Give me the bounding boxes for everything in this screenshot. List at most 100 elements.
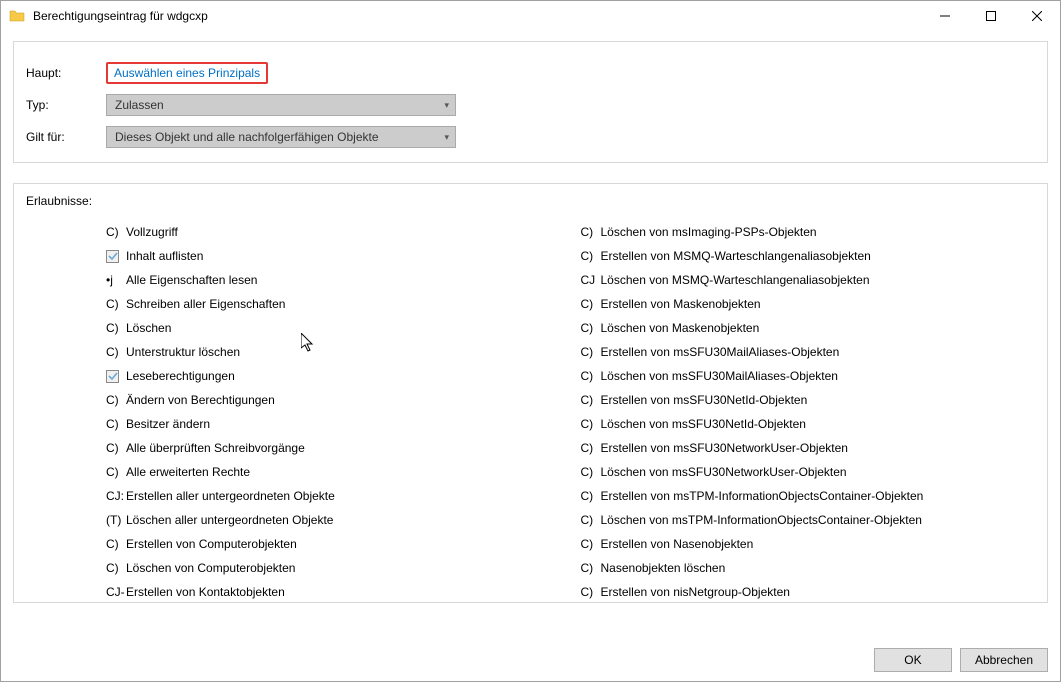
permission-item[interactable]: C)Alle erweiterten Rechte xyxy=(106,460,561,484)
glyph-icon: C) xyxy=(581,321,601,335)
select-principal-link[interactable]: Auswählen eines Prinzipals xyxy=(106,62,268,84)
principal-label: Haupt: xyxy=(26,66,106,80)
permission-label: Unterstruktur löschen xyxy=(126,345,240,359)
glyph-icon: (T) xyxy=(106,513,126,527)
permission-label: Besitzer ändern xyxy=(126,417,210,431)
permission-item[interactable]: C)Löschen von Computerobjekten xyxy=(106,556,561,580)
permission-item[interactable]: C)Schreiben aller Eigenschaften xyxy=(106,292,561,316)
permission-item[interactable]: C)Löschen von msTPM-InformationObjectsCo… xyxy=(581,508,1036,532)
glyph-icon: C) xyxy=(581,561,601,575)
permission-item[interactable]: (T)Löschen aller untergeordneten Objekte xyxy=(106,508,561,532)
permission-label: Löschen von msSFU30NetworkUser-Objekten xyxy=(601,465,847,479)
glyph-icon: C) xyxy=(106,345,126,359)
permission-item[interactable]: Inhalt auflisten xyxy=(106,244,561,268)
glyph-icon: C) xyxy=(581,513,601,527)
permission-label: Erstellen aller untergeordneten Objekte xyxy=(126,489,335,503)
permission-item[interactable]: C)Löschen von msImaging-PSPs-Objekten xyxy=(581,220,1036,244)
permission-item[interactable]: C)Löschen von msSFU30NetworkUser-Objekte… xyxy=(581,460,1036,484)
permission-item[interactable]: C)Alle überprüften Schreibvorgänge xyxy=(106,436,561,460)
type-label: Typ: xyxy=(26,98,106,112)
permission-label: Erstellen von Maskenobjekten xyxy=(601,297,761,311)
permission-label: Inhalt auflisten xyxy=(126,249,203,263)
permission-item[interactable]: Leseberechtigungen xyxy=(106,364,561,388)
permission-item[interactable]: C)Ändern von Berechtigungen xyxy=(106,388,561,412)
window-controls xyxy=(922,1,1060,31)
glyph-icon: C) xyxy=(581,345,601,359)
permission-item[interactable]: C)Nasenobjekten löschen xyxy=(581,556,1036,580)
permission-item[interactable]: C)Löschen von msSFU30NetId-Objekten xyxy=(581,412,1036,436)
permission-label: Leseberechtigungen xyxy=(126,369,235,383)
glyph-icon: C) xyxy=(581,585,601,599)
glyph-icon: C) xyxy=(581,393,601,407)
permission-item[interactable]: CJLöschen von MSMQ-Warteschlangenaliasob… xyxy=(581,268,1036,292)
permission-item[interactable]: C)Löschen von msSFU30MailAliases-Objekte… xyxy=(581,364,1036,388)
glyph-icon: C) xyxy=(581,537,601,551)
type-select-value: Zulassen xyxy=(115,98,164,112)
permission-label: Erstellen von msSFU30MailAliases-Objekte… xyxy=(601,345,840,359)
permission-item[interactable]: C)Besitzer ändern xyxy=(106,412,561,436)
permission-label: Löschen von Maskenobjekten xyxy=(601,321,760,335)
permission-item[interactable]: C)Erstellen von nisNetgroup-Objekten xyxy=(581,580,1036,603)
permission-label: Erstellen von Computerobjekten xyxy=(126,537,297,551)
permission-item[interactable]: C)Löschen xyxy=(106,316,561,340)
permission-item[interactable]: C)Erstellen von msTPM-InformationObjects… xyxy=(581,484,1036,508)
permissions-group: Erlaubnisse: C)VollzugriffInhalt auflist… xyxy=(13,183,1048,603)
permission-item[interactable]: •jAlle Eigenschaften lesen xyxy=(106,268,561,292)
permission-item[interactable]: C)Erstellen von Nasenobjekten xyxy=(581,532,1036,556)
permission-label: Erstellen von msSFU30NetworkUser-Objekte… xyxy=(601,441,848,455)
glyph-icon: C) xyxy=(581,369,601,383)
permission-label: Löschen aller untergeordneten Objekte xyxy=(126,513,333,527)
folder-icon xyxy=(9,8,25,24)
window-title: Berechtigungseintrag für wdgcxp xyxy=(33,9,922,23)
glyph-icon: C) xyxy=(106,393,126,407)
permission-item[interactable]: C)Erstellen von msSFU30MailAliases-Objek… xyxy=(581,340,1036,364)
type-select[interactable]: Zulassen ▾ xyxy=(106,94,456,116)
cancel-button[interactable]: Abbrechen xyxy=(960,648,1048,672)
checkbox-checked-icon xyxy=(106,370,126,383)
permission-item[interactable]: CJ-Erstellen von Kontaktobjekten xyxy=(106,580,561,603)
permission-label: Löschen von Computerobjekten xyxy=(126,561,295,575)
permission-label: Erstellen von Nasenobjekten xyxy=(601,537,754,551)
glyph-icon: •j xyxy=(106,273,126,287)
permission-label: Erstellen von msTPM-InformationObjectsCo… xyxy=(601,489,924,503)
ok-button[interactable]: OK xyxy=(874,648,952,672)
close-button[interactable] xyxy=(1014,1,1060,31)
permission-label: Löschen xyxy=(126,321,171,335)
permission-label: Erstellen von MSMQ-Warteschlangenaliasob… xyxy=(601,249,871,263)
dialog-footer: OK Abbrechen xyxy=(1,639,1060,681)
glyph-icon: C) xyxy=(106,465,126,479)
permission-item[interactable]: C)Erstellen von msSFU30NetworkUser-Objek… xyxy=(581,436,1036,460)
glyph-icon: CJ: xyxy=(106,489,126,503)
permission-label: Löschen von msTPM-InformationObjectsCont… xyxy=(601,513,922,527)
minimize-button[interactable] xyxy=(922,1,968,31)
chevron-down-icon: ▾ xyxy=(444,132,449,143)
applies-select[interactable]: Dieses Objekt und alle nachfolgerfähigen… xyxy=(106,126,456,148)
permission-item[interactable]: C)Unterstruktur löschen xyxy=(106,340,561,364)
permission-item[interactable]: C)Vollzugriff xyxy=(106,220,561,244)
permission-label: Erstellen von msSFU30NetId-Objekten xyxy=(601,393,808,407)
permission-item[interactable]: C)Erstellen von Maskenobjekten xyxy=(581,292,1036,316)
permission-label: Erstellen von nisNetgroup-Objekten xyxy=(601,585,790,599)
glyph-icon: CJ- xyxy=(106,585,126,599)
permission-label: Löschen von msImaging-PSPs-Objekten xyxy=(601,225,817,239)
glyph-icon: C) xyxy=(106,417,126,431)
glyph-icon: C) xyxy=(581,249,601,263)
permissions-column-2: C)Löschen von msImaging-PSPs-ObjektenC)E… xyxy=(581,220,1036,603)
glyph-icon: CJ xyxy=(581,273,601,287)
glyph-icon: C) xyxy=(581,489,601,503)
permission-item[interactable]: C)Erstellen von Computerobjekten xyxy=(106,532,561,556)
permission-item[interactable]: C)Erstellen von MSMQ-Warteschlangenalias… xyxy=(581,244,1036,268)
permission-item[interactable]: CJ:Erstellen aller untergeordneten Objek… xyxy=(106,484,561,508)
permissions-title: Erlaubnisse: xyxy=(26,194,1035,208)
glyph-icon: C) xyxy=(581,297,601,311)
glyph-icon: C) xyxy=(106,297,126,311)
permission-label: Ändern von Berechtigungen xyxy=(126,393,275,407)
titlebar: Berechtigungseintrag für wdgcxp xyxy=(1,1,1060,31)
permissions-column-1: C)VollzugriffInhalt auflisten•jAlle Eige… xyxy=(106,220,561,603)
glyph-icon: C) xyxy=(106,441,126,455)
permission-label: Nasenobjekten löschen xyxy=(601,561,726,575)
permission-item[interactable]: C)Erstellen von msSFU30NetId-Objekten xyxy=(581,388,1036,412)
permission-item[interactable]: C)Löschen von Maskenobjekten xyxy=(581,316,1036,340)
permission-label: Vollzugriff xyxy=(126,225,178,239)
maximize-button[interactable] xyxy=(968,1,1014,31)
